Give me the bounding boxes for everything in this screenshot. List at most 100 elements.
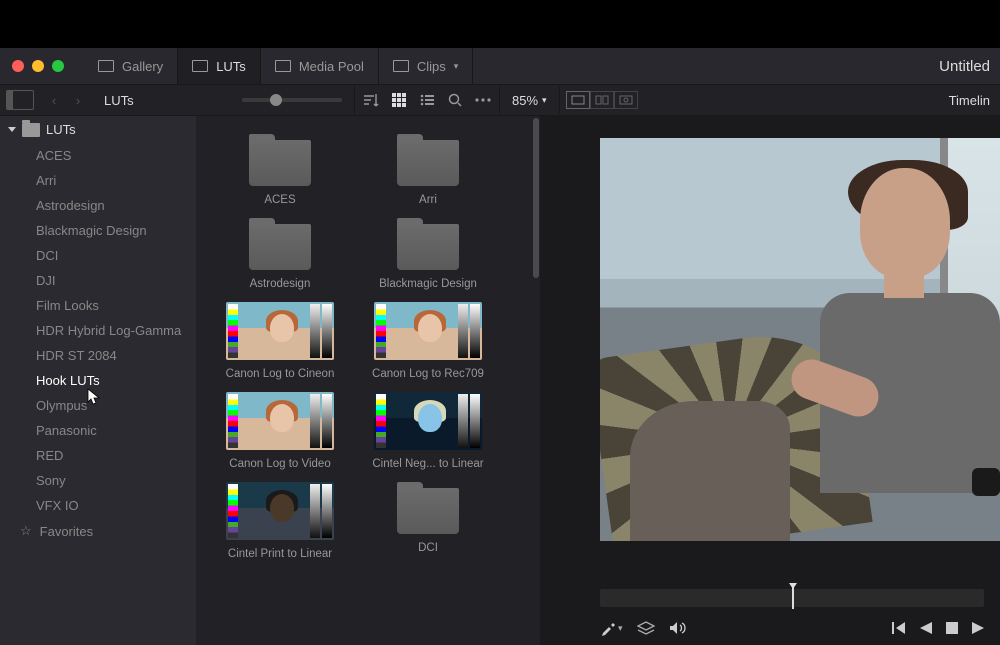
breadcrumb: LUTs [92, 93, 232, 108]
lut-preset-canon-log-to-video[interactable]: Canon Log to Video [226, 392, 334, 470]
sidebar-item-olympus[interactable]: Olympus [0, 393, 196, 418]
chevron-down-icon: ▾ [542, 95, 547, 106]
tab-icon [192, 60, 208, 72]
lut-thumbnail [226, 302, 334, 360]
tab-label: Gallery [122, 59, 163, 74]
lut-label: Canon Log to Rec709 [369, 368, 487, 380]
lut-thumbnail [226, 482, 334, 540]
lut-folder-aces[interactable]: ACES [226, 134, 334, 206]
lut-preset-canon-log-to-cineon[interactable]: Canon Log to Cineon [226, 302, 334, 380]
lut-folder-arri[interactable]: Arri [374, 134, 482, 206]
lut-preset-cintel-print-to-linear[interactable]: Cintel Print to Linear [226, 482, 334, 560]
titlebar: Gallery LUTs Media Pool Clips▾ Untitled [0, 48, 1000, 84]
tab-icon [393, 60, 409, 72]
tab-gallery[interactable]: Gallery [84, 48, 178, 84]
sidebar-root-folder[interactable]: LUTs [0, 116, 196, 143]
sidebar-item-film-looks[interactable]: Film Looks [0, 293, 196, 318]
folder-icon [249, 224, 311, 270]
sidebar-item-aces[interactable]: ACES [0, 143, 196, 168]
tab-icon [275, 60, 291, 72]
favorites-label: Favorites [40, 524, 93, 539]
viewer-controls: ▾ [540, 611, 1000, 645]
viewer-mode-enhanced[interactable] [614, 91, 638, 109]
window-controls [12, 60, 64, 72]
sidebar-item-hdr-st-2084[interactable]: HDR ST 2084 [0, 343, 196, 368]
tab-label: Media Pool [299, 59, 364, 74]
jog-bar[interactable] [600, 589, 984, 607]
project-title: Untitled [939, 58, 990, 75]
sidebar-item-panasonic[interactable]: Panasonic [0, 418, 196, 443]
go-to-start-button[interactable] [892, 622, 906, 634]
sidebar-item-hook-luts[interactable]: Hook LUTs [0, 368, 196, 393]
lut-preset-cintel-neg-to-linear[interactable]: Cintel Neg... to Linear [374, 392, 482, 470]
lut-thumbnail [374, 302, 482, 360]
timeline-label: Timelin [949, 93, 990, 108]
zoom-dropdown[interactable]: 85% ▾ [502, 93, 557, 108]
lut-preset-canon-log-to-rec709[interactable]: Canon Log to Rec709 [374, 302, 482, 380]
caret-down-icon [8, 127, 16, 132]
sidebar-item-astrodesign[interactable]: Astrodesign [0, 193, 196, 218]
sort-button[interactable] [357, 86, 385, 114]
lut-label: Astrodesign [221, 278, 339, 290]
sidebar-item-dji[interactable]: DJI [0, 268, 196, 293]
lut-scrollbar[interactable] [532, 116, 540, 645]
lut-label: Canon Log to Video [221, 458, 339, 470]
star-icon: ☆ [20, 523, 32, 539]
browser-toolbar: ‹ › LUTs 85% ▾ Timelin [0, 84, 1000, 116]
sidebar-item-sony[interactable]: Sony [0, 468, 196, 493]
folder-icon [397, 488, 459, 534]
sidebar-item-arri[interactable]: Arri [0, 168, 196, 193]
tab-icon [98, 60, 114, 72]
maximize-window-button[interactable] [52, 60, 64, 72]
folder-icon [249, 140, 311, 186]
sidebar-favorites[interactable]: ☆ Favorites [0, 518, 196, 544]
lut-folder-dci[interactable]: DCI [374, 482, 482, 560]
audio-mute-button[interactable] [669, 621, 687, 635]
folder-icon [397, 140, 459, 186]
nav-forward-button[interactable]: › [68, 90, 88, 110]
lut-label: ACES [221, 194, 339, 206]
color-picker-tool[interactable]: ▾ [600, 620, 623, 636]
lut-tree-sidebar: LUTs ACESArriAstrodesignBlackmagic Desig… [0, 116, 196, 645]
list-view-button[interactable] [413, 86, 441, 114]
folder-icon [22, 123, 40, 137]
lut-label: Arri [369, 194, 487, 206]
lut-thumbnail [374, 392, 482, 450]
folder-icon [397, 224, 459, 270]
more-options-button[interactable] [469, 86, 497, 114]
lut-label: Cintel Print to Linear [221, 548, 339, 560]
sidebar-item-red[interactable]: RED [0, 443, 196, 468]
grid-view-button[interactable] [385, 86, 413, 114]
panel-toggle-button[interactable] [6, 90, 34, 110]
tab-media-pool[interactable]: Media Pool [261, 48, 379, 84]
viewer-mode-single[interactable] [566, 91, 590, 109]
play-button[interactable] [972, 622, 984, 634]
chevron-down-icon: ▾ [454, 61, 459, 72]
tab-label: LUTs [216, 59, 246, 74]
sidebar-item-vfx-io[interactable]: VFX IO [0, 493, 196, 518]
tab-luts[interactable]: LUTs [178, 48, 261, 84]
lut-folder-blackmagic-design[interactable]: Blackmagic Design [374, 218, 482, 290]
search-button[interactable] [441, 86, 469, 114]
workspace-tabs: Gallery LUTs Media Pool Clips▾ [84, 48, 473, 84]
layers-button[interactable] [637, 621, 655, 635]
tab-clips[interactable]: Clips▾ [379, 48, 473, 84]
lut-label: Canon Log to Cineon [221, 368, 339, 380]
sidebar-item-hdr-hybrid-log-gamma[interactable]: HDR Hybrid Log-Gamma [0, 318, 196, 343]
close-window-button[interactable] [12, 60, 24, 72]
thumbnail-size-slider[interactable] [242, 98, 342, 102]
lut-folder-astrodesign[interactable]: Astrodesign [226, 218, 334, 290]
viewer-mode-dual[interactable] [590, 91, 614, 109]
viewer-image[interactable] [540, 116, 1000, 589]
lut-label: Cintel Neg... to Linear [369, 458, 487, 470]
play-reverse-button[interactable] [920, 622, 932, 634]
sidebar-item-dci[interactable]: DCI [0, 243, 196, 268]
stop-button[interactable] [946, 622, 958, 634]
viewer-panel: ▾ [540, 116, 1000, 645]
sidebar-item-blackmagic-design[interactable]: Blackmagic Design [0, 218, 196, 243]
playhead[interactable] [792, 587, 794, 609]
lut-label: Blackmagic Design [369, 278, 487, 290]
minimize-window-button[interactable] [32, 60, 44, 72]
viewer-mode-group [566, 91, 638, 109]
nav-back-button[interactable]: ‹ [44, 90, 64, 110]
